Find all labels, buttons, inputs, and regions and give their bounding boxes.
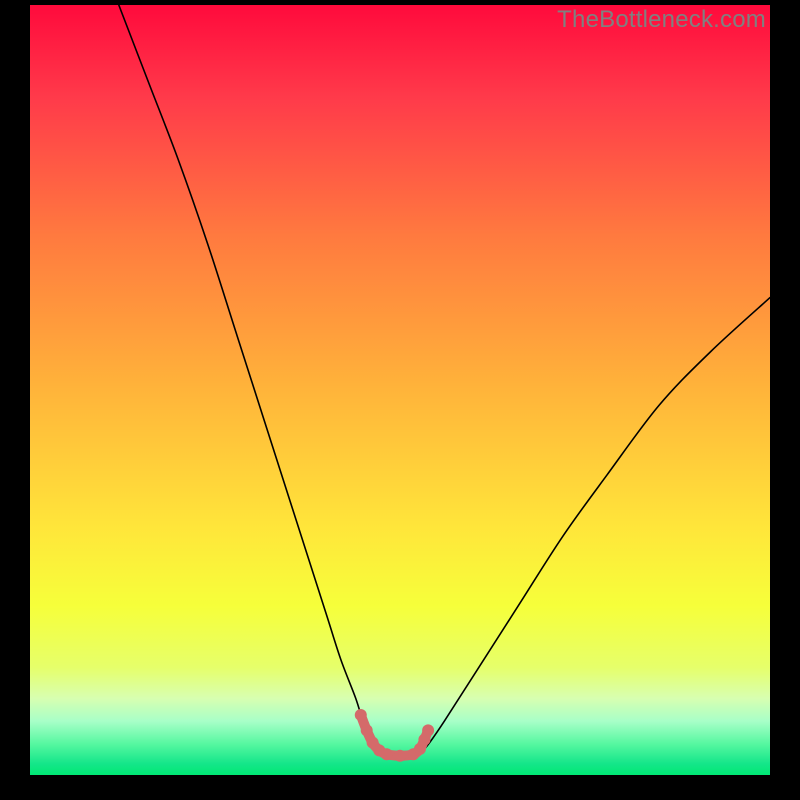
watermark-text: TheBottleneck.com — [557, 6, 766, 34]
highlight-band-marker — [361, 724, 373, 736]
bottleneck-chart — [30, 5, 770, 775]
chart-frame: TheBottleneck.com — [0, 0, 800, 800]
gradient-bg — [30, 5, 770, 775]
highlight-band-marker — [394, 750, 406, 762]
highlight-band-marker — [381, 748, 393, 760]
highlight-band-marker — [422, 724, 434, 736]
highlight-band-marker — [355, 709, 367, 721]
